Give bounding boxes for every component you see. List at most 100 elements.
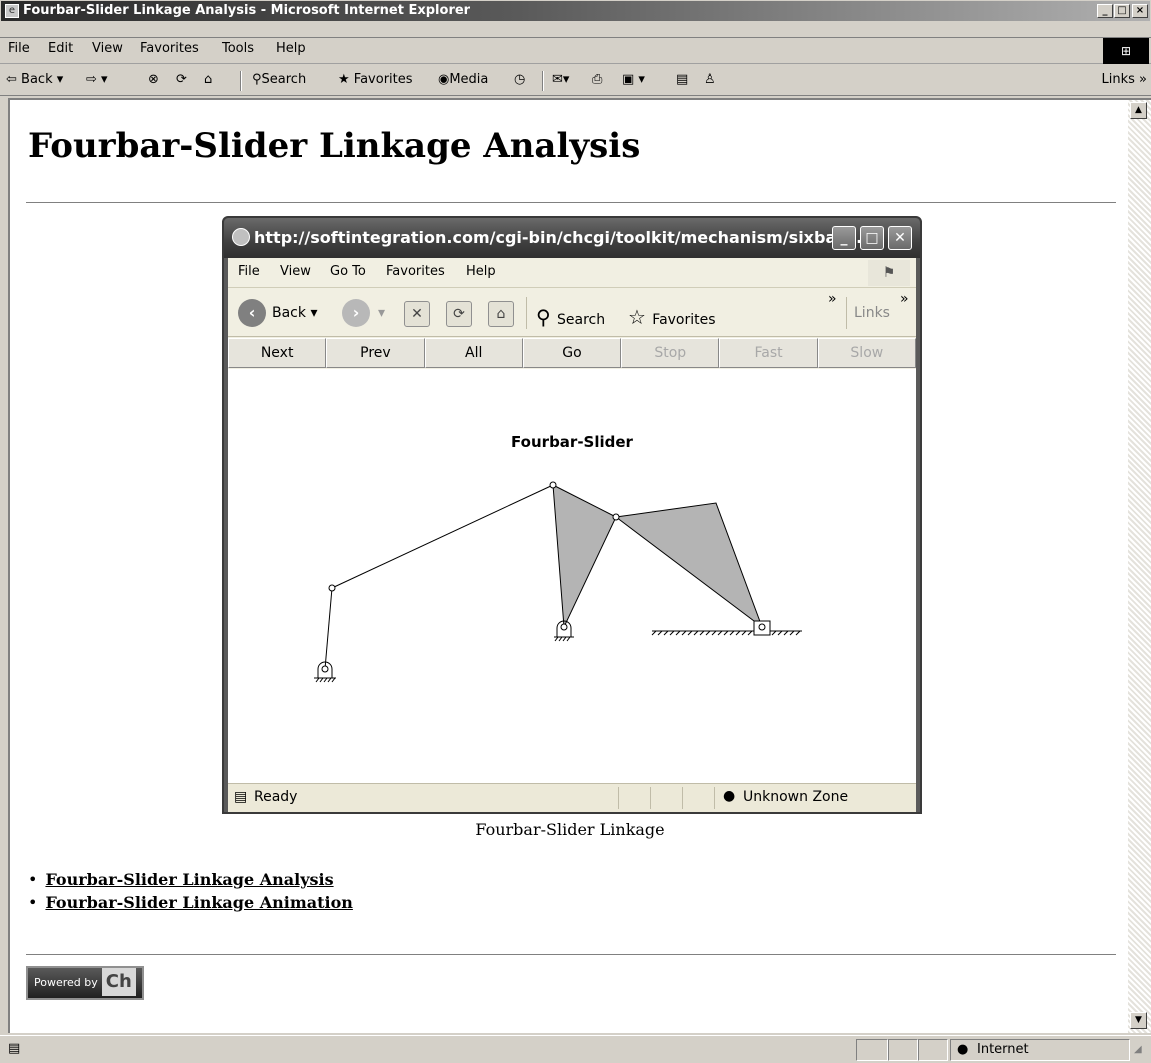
inner-menu-view[interactable]: View (280, 264, 311, 279)
inner-menubar: File View Go To Favorites Help ⚑ (228, 258, 916, 288)
all-button[interactable]: All (424, 338, 523, 368)
coupler-ternary-link (614, 502, 764, 629)
analysis-link[interactable]: Fourbar-Slider Linkage Analysis (45, 870, 333, 889)
inner-favorites-button[interactable]: ☆ Favorites (628, 305, 716, 329)
inner-menu-favorites[interactable]: Favorites (386, 264, 445, 279)
status-cell (618, 787, 650, 809)
divider (26, 954, 1116, 956)
search-button[interactable]: ⚲Search (252, 72, 306, 87)
status-cell (650, 787, 682, 809)
inner-body: File View Go To Favorites Help ⚑ ‹ Back … (228, 258, 916, 812)
forward-button[interactable]: ⇨ ▾ (86, 72, 108, 87)
close-button[interactable]: × (1132, 4, 1148, 18)
inner-toolbar-separator (846, 297, 847, 329)
back-arrow-icon: ⇦ (6, 72, 22, 87)
stop-icon[interactable]: ⊗ (148, 72, 159, 87)
maximize-button[interactable]: □ (1114, 4, 1130, 18)
inner-stop-icon[interactable]: ✕ (404, 301, 430, 327)
slow-button[interactable]: Slow (817, 338, 916, 368)
inner-menu-help[interactable]: Help (466, 264, 496, 279)
status-zone-cell: ● Unknown Zone (714, 787, 914, 809)
joint-left-ground (321, 665, 329, 673)
menu-edit[interactable]: Edit (48, 41, 73, 56)
inner-favorites-icon: ☆ (628, 305, 653, 329)
ie-icon[interactable]: e (5, 4, 19, 18)
inner-links-toolbar[interactable]: Links (854, 305, 890, 321)
resize-grip-icon[interactable]: ◢ (1134, 1044, 1142, 1055)
inner-title: http://softintegration.com/cgi-bin/chcgi… (254, 228, 869, 247)
inner-forward-icon[interactable]: › (342, 299, 370, 327)
history-icon[interactable]: ◷ (514, 72, 525, 87)
slider-ground (651, 630, 802, 636)
scroll-up-arrow-icon[interactable]: ▲ (1130, 102, 1147, 119)
inner-close-button[interactable]: ✕ (888, 226, 912, 250)
vertical-scrollbar[interactable]: ▲ ▼ (1128, 98, 1151, 1033)
menu-help[interactable]: Help (276, 41, 306, 56)
print-icon[interactable]: ⎙ (592, 72, 602, 87)
inner-search-icon: ⚲ (536, 305, 558, 329)
inner-home-icon[interactable]: ⌂ (488, 301, 514, 327)
joint-middle-ground (560, 623, 568, 631)
inner-back-icon[interactable]: ‹ (238, 299, 266, 327)
inner-forward-dropdown-icon[interactable]: ▾ (378, 305, 385, 321)
messenger-icon[interactable]: ♙ (704, 72, 716, 87)
inner-minimize-button[interactable]: _ (832, 226, 856, 250)
forward-arrow-icon: ⇨ ▾ (86, 72, 108, 87)
mail-icon[interactable]: ✉▾ (552, 72, 569, 87)
home-icon[interactable]: ⌂ (204, 72, 212, 87)
inner-browser-window: http://softintegration.com/cgi-bin/chcgi… (222, 216, 922, 814)
inner-search-button[interactable]: ⚲ Search (536, 305, 605, 329)
globe-icon: ● (723, 788, 736, 804)
windows-flag-icon: ⚑ (868, 260, 910, 286)
joint-slider (758, 623, 766, 631)
minimize-button[interactable]: _ (1097, 4, 1113, 18)
fast-button[interactable]: Fast (719, 338, 818, 368)
favorites-icon: ★ (338, 72, 354, 87)
status-cell (888, 1039, 918, 1061)
links-overflow-icon[interactable]: » (900, 291, 909, 307)
inner-statusbar: ▤ Ready ● Unknown Zone (228, 783, 916, 812)
menu-view[interactable]: View (92, 41, 123, 56)
list-item: Fourbar-Slider Linkage Animation (28, 893, 352, 912)
scroll-down-arrow-icon[interactable]: ▼ (1130, 1012, 1147, 1029)
menu-file[interactable]: File (8, 41, 30, 56)
rocker-ternary-link (552, 484, 617, 629)
joint-crank-coupler (328, 584, 336, 592)
menu-favorites[interactable]: Favorites (140, 41, 199, 56)
inner-toolbar-separator (526, 297, 527, 329)
inner-maximize-button[interactable]: □ (860, 226, 884, 250)
statusbar: ▤ ● Internet ◢ (0, 1035, 1151, 1063)
divider (26, 202, 1116, 204)
inner-refresh-icon[interactable]: ⟳ (446, 301, 472, 327)
window-title: Fourbar-Slider Linkage Analysis - Micros… (23, 3, 471, 18)
window-titlebar: e Fourbar-Slider Linkage Analysis - Micr… (0, 0, 1151, 38)
inner-back-button[interactable]: Back ▾ (272, 305, 317, 321)
back-button[interactable]: ⇦ Back ▾ (6, 72, 63, 87)
menu-tools[interactable]: Tools (222, 41, 254, 56)
links-toolbar[interactable]: Links » (1102, 72, 1148, 87)
animation-link[interactable]: Fourbar-Slider Linkage Animation (45, 893, 352, 912)
favorites-button[interactable]: ★ Favorites (338, 72, 413, 87)
page-content: Fourbar-Slider Linkage Analysis http://s… (8, 98, 1128, 1033)
media-icon: ◉ (438, 72, 450, 87)
status-zone-cell: ● Internet (950, 1039, 1130, 1061)
menubar: File Edit View Favorites Tools Help (0, 38, 1151, 64)
go-button[interactable]: Go (522, 338, 622, 368)
stop-button[interactable]: Stop (621, 338, 720, 368)
crank-link (324, 587, 333, 670)
powered-by-ch-logo[interactable]: Powered by Ch (26, 966, 144, 1000)
inner-status-text: Ready (254, 789, 298, 805)
media-button[interactable]: ◉Media (438, 72, 488, 87)
inner-menu-file[interactable]: File (238, 264, 260, 279)
next-button[interactable]: Next (228, 338, 327, 368)
ie-page-icon (232, 228, 250, 246)
status-zone: Internet (977, 1042, 1029, 1057)
edit-icon[interactable]: ▣ ▾ (622, 72, 645, 87)
discuss-icon[interactable]: ▤ (676, 72, 688, 87)
title-strip[interactable]: e Fourbar-Slider Linkage Analysis - Micr… (1, 1, 1150, 21)
windows-logo-icon: ⊞ (1103, 38, 1149, 64)
toolbar-overflow-icon[interactable]: » (828, 291, 837, 307)
inner-menu-goto[interactable]: Go To (330, 264, 366, 279)
prev-button[interactable]: Prev (326, 338, 425, 368)
refresh-icon[interactable]: ⟳ (176, 72, 187, 87)
